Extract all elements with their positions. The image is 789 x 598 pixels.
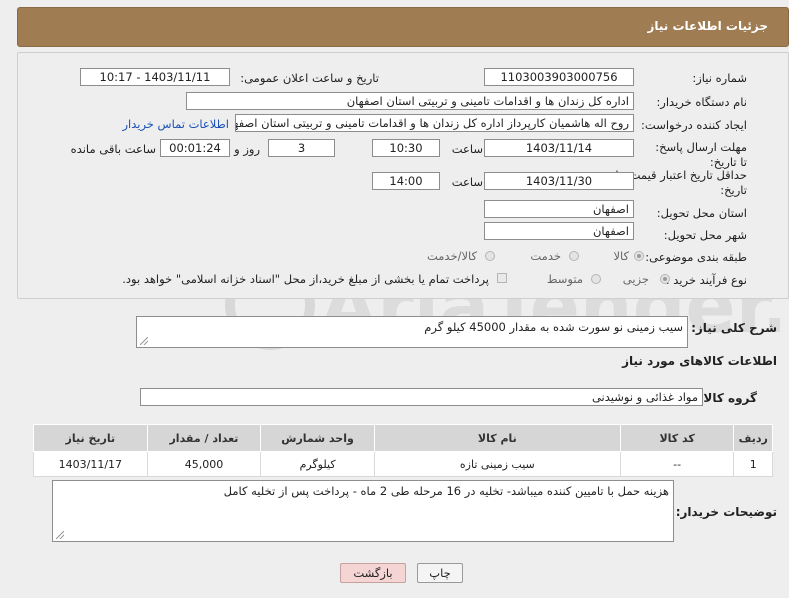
category-radio-service[interactable]	[569, 251, 579, 261]
resize-grip-icon[interactable]	[140, 337, 148, 345]
province-field[interactable]: اصفهان	[484, 200, 634, 218]
need-number-label: شماره نیاز:	[692, 71, 747, 85]
resize-grip-icon[interactable]	[56, 531, 64, 539]
cell-goods-name: سیب زمینی تازه	[373, 451, 621, 477]
deadline-time-field[interactable]: 10:30	[372, 139, 440, 157]
col-header-goods-name: نام کالا	[373, 424, 621, 452]
buyer-notes-label: توضیحات خریدار:	[675, 505, 777, 519]
cell-row-number: 1	[733, 451, 773, 477]
remaining-time-label: ساعت باقی مانده	[70, 142, 156, 156]
col-header-unit: واحد شمارش	[260, 424, 375, 452]
buyer-contact-link[interactable]: اطلاعات تماس خریدار	[122, 117, 229, 131]
purchase-radio-minor[interactable]	[660, 274, 670, 284]
treasury-payment-checkbox[interactable]	[497, 273, 507, 283]
cell-need-date: 1403/11/17	[33, 451, 148, 477]
col-header-row-number: ردیف	[733, 424, 773, 452]
validity-time-label: ساعت	[451, 175, 483, 189]
description-label: شرح کلی نیاز:	[691, 321, 777, 335]
buyer-notes-text: هزینه حمل با تامیین کننده میباشد- تخلیه …	[223, 484, 669, 498]
buyer-label: نام دستگاه خریدار:	[656, 95, 747, 109]
purchase-option-medium: متوسط	[546, 272, 583, 286]
goods-group-field[interactable]: مواد غذائی و نوشیدنی	[140, 388, 703, 406]
col-header-quantity: تعداد / مقدار	[146, 424, 262, 452]
col-header-need-date: تاریخ نیاز	[33, 424, 148, 452]
creator-field[interactable]: روح اله هاشمیان کارپرداز اداره کل زندان …	[235, 114, 634, 132]
province-label: استان محل تحویل:	[656, 206, 747, 220]
validity-date-field[interactable]: 1403/11/30	[484, 172, 634, 190]
category-option-goods: کالا	[613, 249, 629, 263]
days-field[interactable]: 3	[268, 139, 335, 157]
goods-info-title: اطلاعات کالاهای مورد نیاز	[622, 354, 777, 368]
deadline-date-field[interactable]: 1403/11/14	[484, 139, 634, 157]
category-radio-goods-service[interactable]	[485, 251, 495, 261]
treasury-payment-note: پرداخت تمام یا بخشی از مبلغ خرید،از محل …	[122, 272, 489, 286]
category-option-goods-service: کالا/خدمت	[426, 249, 477, 263]
description-text: سیب زمینی نو سورت شده به مقدار 45000 کیل…	[424, 320, 683, 334]
purchase-type-label: نوع فرآیند خرید :	[665, 273, 747, 287]
category-label: طبقه بندی موضوعی:	[645, 250, 747, 264]
city-label: شهر محل تحویل:	[663, 228, 747, 242]
category-option-service: خدمت	[530, 249, 561, 263]
need-number-field[interactable]: 1103003903000756	[484, 68, 634, 86]
table-header-row: ردیف کد کالا نام کالا واحد شمارش تعداد /…	[33, 424, 773, 452]
validity-time-field[interactable]: 14:00	[372, 172, 440, 190]
cell-unit: کیلوگرم	[260, 451, 375, 477]
purchase-radio-medium[interactable]	[591, 274, 601, 284]
announce-date-label: تاریخ و ساعت اعلان عمومی:	[240, 71, 379, 85]
back-button[interactable]: بازگشت	[340, 563, 406, 583]
print-button[interactable]: چاپ	[417, 563, 463, 583]
creator-label: ایجاد کننده درخواست:	[641, 118, 747, 132]
deadline-time-label: ساعت	[451, 142, 483, 156]
deadline-label: مهلت ارسال پاسخ: تا تاریخ:	[655, 140, 747, 169]
days-label: روز و	[234, 142, 260, 156]
goods-table: ردیف کد کالا نام کالا واحد شمارش تعداد /…	[33, 424, 773, 477]
purchase-option-minor: جزیی	[622, 272, 649, 286]
cell-quantity: 45,000	[146, 451, 262, 477]
buyer-notes-textarea[interactable]: هزینه حمل با تامیین کننده میباشد- تخلیه …	[52, 480, 674, 542]
page-header: جزئیات اطلاعات نیاز	[17, 7, 789, 47]
category-radio-goods[interactable]	[634, 251, 644, 261]
buyer-field[interactable]: اداره کل زندان ها و اقدامات تامینی و ترب…	[186, 92, 634, 110]
table-row[interactable]: 1 -- سیب زمینی تازه کیلوگرم 45,000 1403/…	[33, 451, 773, 477]
remaining-time-field[interactable]: 00:01:24	[160, 139, 230, 157]
col-header-goods-code: کد کالا	[619, 424, 735, 452]
description-textarea[interactable]: سیب زمینی نو سورت شده به مقدار 45000 کیل…	[136, 316, 688, 348]
page-title: جزئیات اطلاعات نیاز	[647, 19, 768, 33]
goods-group-label: گروه کالا:	[698, 391, 757, 405]
cell-goods-code: --	[619, 451, 735, 477]
city-field[interactable]: اصفهان	[484, 222, 634, 240]
announce-date-field[interactable]: 1403/11/11 - 10:17	[80, 68, 230, 86]
